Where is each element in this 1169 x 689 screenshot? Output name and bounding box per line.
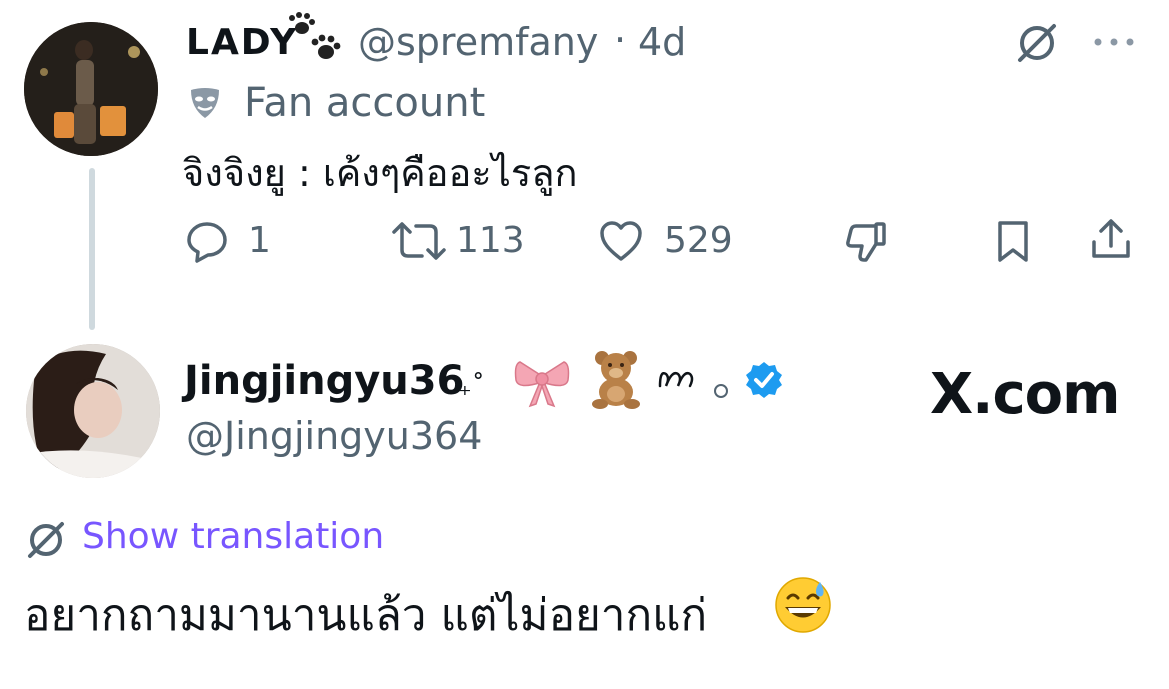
retweet-count: 113 — [456, 220, 525, 261]
x-com-watermark: X.com — [930, 362, 1120, 427]
grinning-face-with-sweat-icon — [774, 576, 832, 634]
reply-count: 1 — [248, 220, 271, 261]
bookmark-icon[interactable] — [990, 218, 1036, 264]
reply-icon[interactable] — [184, 218, 230, 264]
tweet-text: จิงจิงยู : เค้งๆคืออะไรลูก — [182, 151, 578, 195]
separator-dot: · — [614, 18, 627, 62]
translate-icon[interactable] — [24, 518, 68, 562]
tweet-text: อยากถามมานานแล้ว แต่ไม่อยากแก่ — [24, 590, 708, 641]
more-options-icon[interactable] — [1092, 34, 1136, 50]
sparkle-decoration: ₊˚ — [458, 372, 485, 402]
fan-account-label: Fan account — [244, 80, 486, 126]
squiggle-decoration — [656, 364, 706, 394]
thread-connector-line — [89, 168, 95, 330]
retweet-icon[interactable] — [390, 218, 448, 264]
handle[interactable]: @spremfany — [358, 20, 598, 64]
downvote-icon[interactable] — [844, 218, 890, 264]
share-icon[interactable] — [1088, 216, 1134, 262]
avatar-spremfany[interactable] — [24, 22, 158, 156]
translate-icon[interactable] — [1014, 20, 1060, 66]
mask-icon — [188, 86, 222, 120]
ribbon-icon — [512, 354, 572, 410]
show-translation-link[interactable]: Show translation — [82, 516, 384, 557]
avatar-jingjingyu[interactable] — [26, 344, 160, 478]
heart-icon[interactable] — [598, 218, 644, 264]
teddy-bear-icon — [586, 348, 646, 410]
verified-badge-icon[interactable] — [744, 360, 784, 400]
display-name[interactable]: Jingjingyu36 — [184, 358, 464, 404]
paw-prints-icon — [282, 12, 344, 68]
like-count: 529 — [664, 220, 733, 261]
timestamp[interactable]: 4d — [638, 20, 686, 64]
handle[interactable]: @Jingjingyu364 — [186, 414, 482, 458]
small-circle-decoration — [714, 384, 728, 398]
